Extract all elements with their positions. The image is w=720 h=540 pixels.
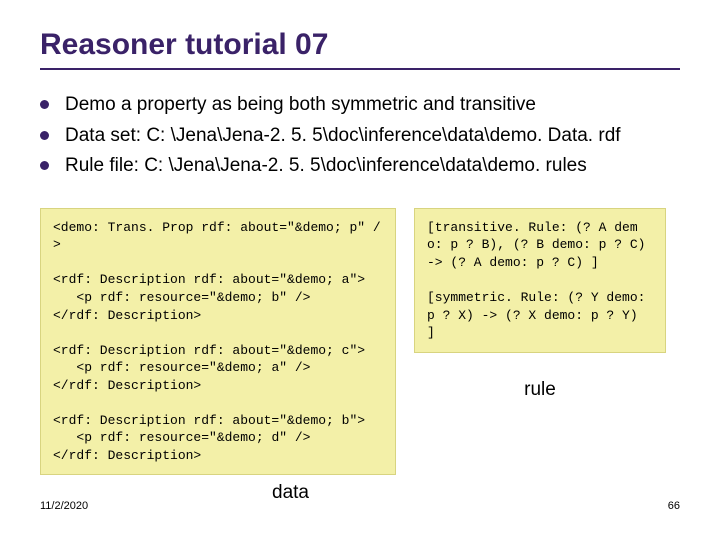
bullet-icon xyxy=(40,161,49,170)
title-underline xyxy=(40,68,680,70)
bullet-text: Data set: C: \Jena\Jena-2. 5. 5\doc\infe… xyxy=(65,123,621,150)
bullet-item: Data set: C: \Jena\Jena-2. 5. 5\doc\infe… xyxy=(40,123,680,150)
bullet-item: Rule file: C: \Jena\Jena-2. 5. 5\doc\inf… xyxy=(40,153,680,180)
bullet-text: Demo a property as being both symmetric … xyxy=(65,92,536,119)
bullet-icon xyxy=(40,131,49,140)
slide-title: Reasoner tutorial 07 xyxy=(40,28,680,62)
bullet-list: Demo a property as being both symmetric … xyxy=(40,92,680,180)
footer-page: 66 xyxy=(668,500,680,512)
slide: Reasoner tutorial 07 Demo a property as … xyxy=(0,0,720,540)
data-label: data xyxy=(272,482,309,504)
rule-label: rule xyxy=(414,379,666,401)
footer-date: 11/2/2020 xyxy=(40,500,88,512)
right-column: [transitive. Rule: (? A demo: p ? B), (?… xyxy=(414,208,666,401)
bullet-icon xyxy=(40,100,49,109)
bullet-item: Demo a property as being both symmetric … xyxy=(40,92,680,119)
data-code-box: <demo: Trans. Prop rdf: about="&demo; p"… xyxy=(40,208,396,476)
code-boxes-row: <demo: Trans. Prop rdf: about="&demo; p"… xyxy=(40,208,680,476)
rule-code-box: [transitive. Rule: (? A demo: p ? B), (?… xyxy=(414,208,666,353)
bullet-text: Rule file: C: \Jena\Jena-2. 5. 5\doc\inf… xyxy=(65,153,587,180)
